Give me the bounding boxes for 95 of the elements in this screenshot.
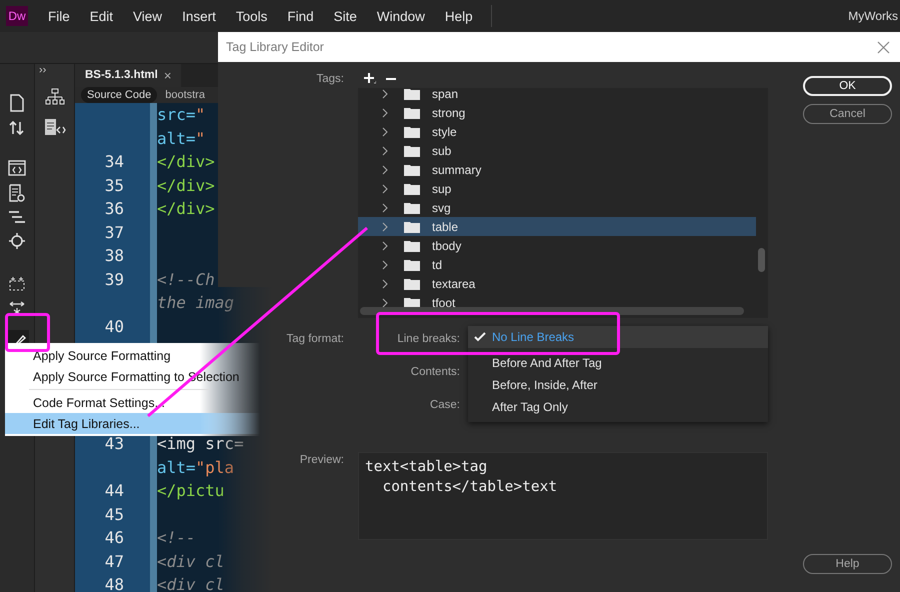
folder-icon: [404, 182, 420, 195]
code-line: <div cl: [157, 575, 224, 592]
code-line: alt=": [157, 128, 206, 148]
dropdown-option[interactable]: No Line Breaks: [468, 326, 768, 348]
folder-icon: [404, 163, 420, 176]
add-icon[interactable]: [364, 73, 376, 85]
folder-icon: [404, 258, 420, 271]
document-preview-icon[interactable]: [8, 184, 26, 202]
line-breaks-label: Line breaks:: [396, 333, 460, 345]
code-window-icon[interactable]: [8, 160, 26, 176]
line-number: 37: [104, 222, 124, 242]
menu-item[interactable]: Edit Tag Libraries...: [5, 413, 260, 434]
menu-item[interactable]: Edit: [80, 8, 124, 24]
menu-item[interactable]: Window: [366, 8, 435, 24]
code-line: </div>: [157, 176, 215, 195]
tree-item[interactable]: span: [358, 88, 756, 103]
document-code-icon[interactable]: [44, 118, 66, 136]
menu-item[interactable]: View: [123, 8, 172, 24]
contents-label: Contents:: [410, 366, 460, 378]
tree-item[interactable]: textarea: [358, 274, 756, 293]
document-tab[interactable]: BS-5.1.3.html: [75, 64, 164, 87]
code-line: </pictu: [157, 481, 224, 500]
indent-lines-icon[interactable]: [8, 210, 26, 224]
line-number: 45: [104, 504, 124, 524]
cancel-button[interactable]: Cancel: [803, 104, 892, 124]
dotted-box-icon[interactable]: [8, 276, 26, 292]
line-number: 48: [104, 575, 124, 592]
line-number: 47: [104, 552, 124, 571]
view-tab[interactable]: Source Code: [81, 87, 158, 103]
folder-icon: [404, 277, 420, 290]
sort-arrows-icon[interactable]: [8, 120, 26, 136]
preview-label: Preview:: [298, 453, 345, 466]
line-number: 43: [104, 434, 124, 454]
code-line: </div>: [157, 152, 215, 172]
tree-item[interactable]: style: [358, 122, 756, 141]
code-line: the imag: [157, 293, 234, 312]
preview-text: contents</table>text: [381, 478, 558, 497]
line-number: 35: [104, 176, 124, 195]
dropdown-option[interactable]: Before And After Tag: [468, 352, 768, 374]
folder-icon: [404, 125, 420, 138]
menu-item[interactable]: File: [38, 8, 80, 24]
code-line: <!--: [157, 528, 196, 548]
target-icon[interactable]: [8, 232, 26, 250]
folder-icon: [404, 144, 420, 157]
document-icon[interactable]: [9, 94, 25, 112]
ok-button[interactable]: OK: [803, 76, 892, 96]
panel-toggle[interactable]: ››: [35, 64, 46, 76]
code-line: <img src=: [157, 434, 244, 454]
menu-item[interactable]: Tools: [226, 8, 278, 24]
window-title: Tag Library Editor: [226, 40, 324, 54]
close-tab-button[interactable]: ×: [164, 64, 182, 87]
code-line: <div cl: [157, 552, 224, 571]
tree-item[interactable]: td: [358, 255, 756, 274]
code-line: <!--Ch: [157, 270, 215, 289]
resize-arrows-icon[interactable]: [8, 300, 26, 316]
view-tab[interactable]: bootstra: [159, 87, 211, 103]
line-number: 38: [104, 246, 124, 266]
sitemap-icon[interactable]: [44, 88, 64, 106]
line-number: 39: [104, 270, 124, 289]
line-number: 44: [104, 481, 124, 500]
menu-item[interactable]: Help: [434, 8, 483, 24]
folder-icon: [404, 239, 420, 252]
line-number: 40: [104, 316, 124, 336]
menu-item[interactable]: Insert: [172, 8, 226, 24]
tree-item[interactable]: tbody: [358, 236, 756, 255]
folder-icon: [404, 201, 420, 214]
line-number: 34: [104, 152, 124, 172]
close-icon[interactable]: [877, 40, 890, 54]
tree-item[interactable]: strong: [358, 103, 756, 122]
code-line: alt="pla: [157, 458, 234, 477]
menu-item[interactable]: Site: [324, 8, 367, 24]
menu-item[interactable]: Apply Source Formatting: [5, 345, 260, 366]
tags-label: Tags:: [316, 73, 345, 85]
highlight-box: [5, 313, 50, 352]
code-line: src=": [157, 105, 206, 124]
tag-format-label: Tag format:: [285, 333, 345, 345]
workspace-switcher[interactable]: MyWorks: [848, 9, 900, 23]
line-number: 46: [104, 528, 124, 548]
tree-item[interactable]: sub: [358, 141, 756, 160]
check-icon: [474, 332, 486, 342]
folder-icon: [404, 220, 420, 233]
menu-item[interactable]: Find: [277, 8, 324, 24]
tree-item[interactable]: svg: [358, 198, 756, 217]
preview-text: text<table>tag: [365, 458, 488, 477]
dropdown-option[interactable]: After Tag Only: [468, 396, 768, 418]
line-number: 36: [104, 199, 124, 218]
tree-item[interactable]: table: [358, 217, 756, 236]
tree-item[interactable]: summary: [358, 160, 756, 179]
help-button[interactable]: Help: [803, 554, 892, 574]
code-line: </div>: [157, 199, 215, 218]
app-logo: Dw: [6, 6, 28, 26]
dropdown-option[interactable]: Before, Inside, After: [468, 374, 768, 396]
tree-item[interactable]: sup: [358, 179, 756, 198]
case-label: Case:: [428, 399, 460, 411]
folder-icon: [404, 106, 420, 119]
